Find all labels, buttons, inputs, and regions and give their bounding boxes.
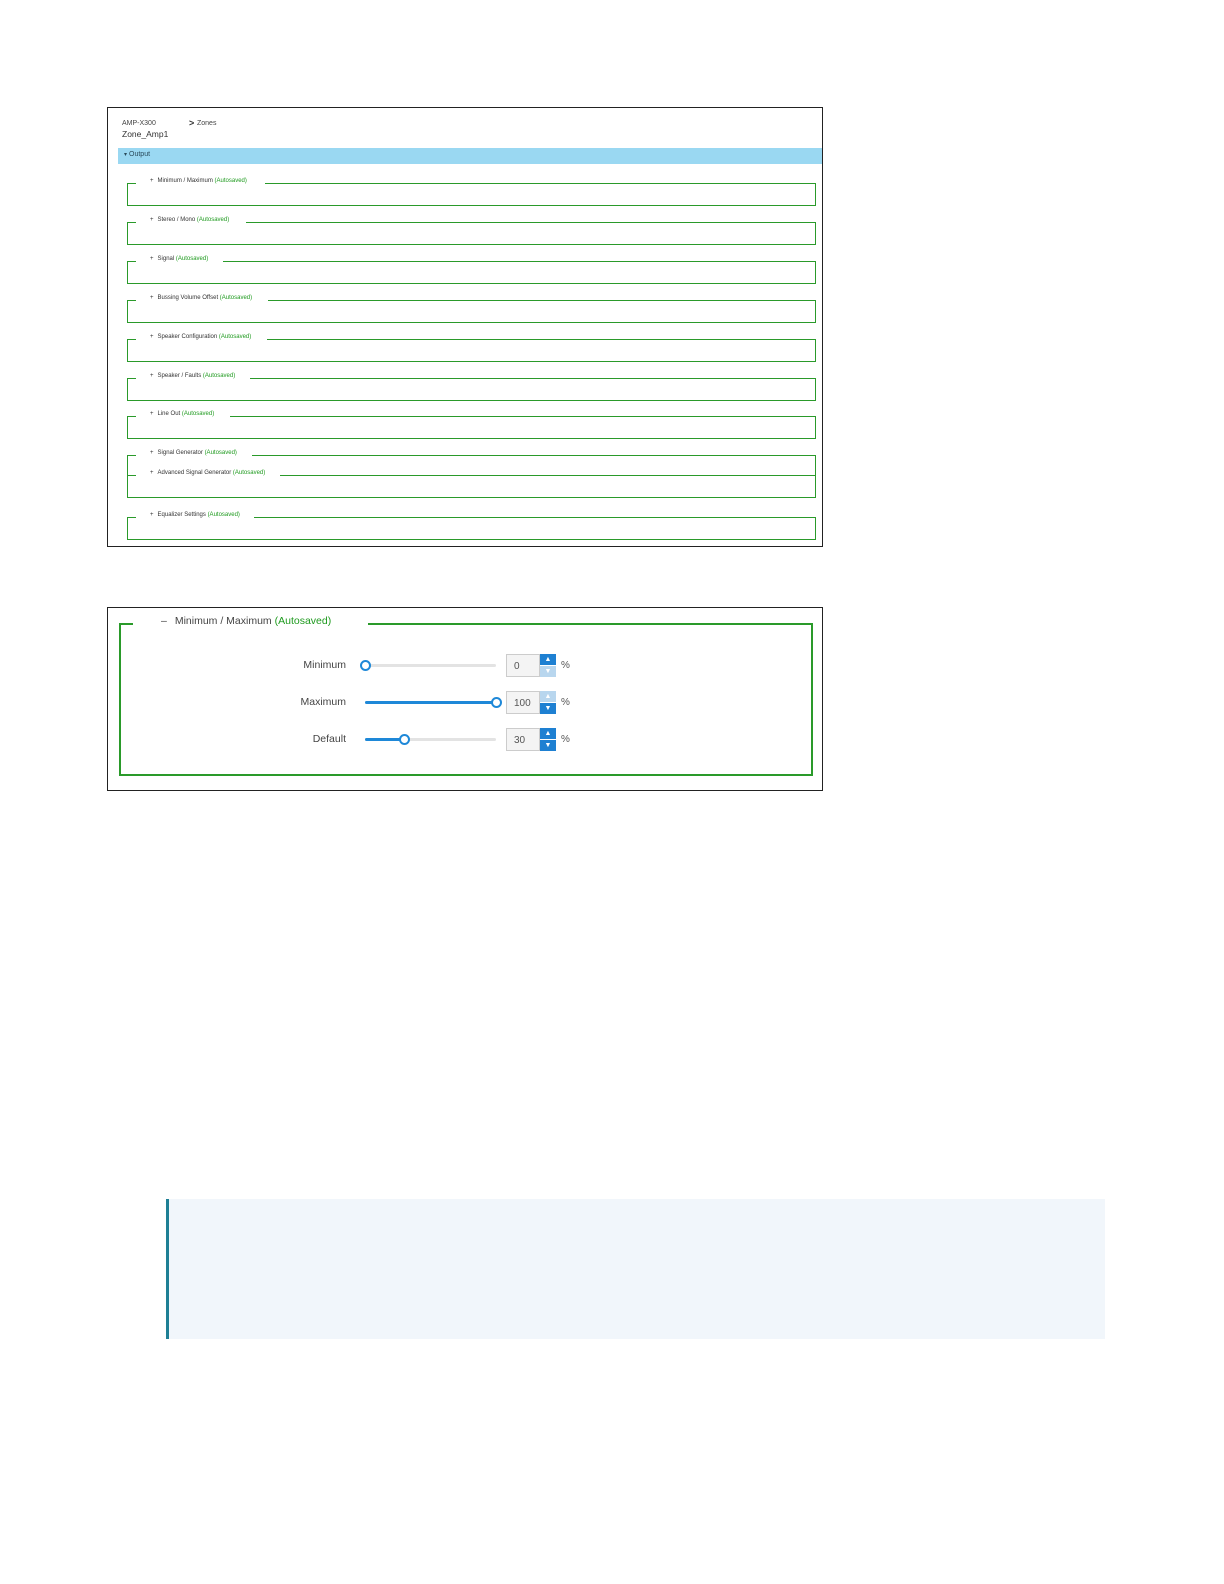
section-toggle-speaker-faults[interactable]: + Speaker / Faults (Autosaved) [150,373,235,379]
maximum-row: Maximum 100 ▲ ▼ % [121,690,811,714]
minimum-input[interactable]: 0 [506,654,540,677]
autosaved-label: (Autosaved) [175,256,209,262]
decrement-arrow-icon[interactable]: ▼ [540,703,556,714]
section-signal: + Signal (Autosaved) [127,256,816,284]
minimum-row: Minimum 0 ▲ ▼ % [121,653,811,677]
plus-icon: + [150,411,154,417]
section-toggle-minimum-maximum[interactable]: + Minimum / Maximum (Autosaved) [150,178,247,184]
legend-title: Minimum / Maximum [174,615,272,627]
section-bussing-volume-offset: + Bussing Volume Offset (Autosaved) [127,295,816,323]
output-accordion-header[interactable]: ▾ Output [118,148,822,164]
breadcrumb-zones[interactable]: Zones [197,120,216,127]
section-toggle-speaker-configuration[interactable]: + Speaker Configuration (Autosaved) [150,334,251,340]
section-signal-generators: + Signal Generator (Autosaved) + Advanced … [127,450,816,498]
slider-thumb[interactable] [360,660,371,671]
percent-unit: % [561,734,570,745]
section-toggle-advanced-signal-generator[interactable]: + Advanced Signal Generator (Autosaved) [150,470,265,476]
maximum-input[interactable]: 100 [506,691,540,714]
autosaved-label: (Autosaved) [218,334,252,340]
collapse-icon: – [161,615,167,627]
default-label: Default [312,733,346,745]
plus-icon: + [150,512,154,518]
plus-icon: + [150,256,154,262]
section-toggle-bussing-volume-offset[interactable]: + Bussing Volume Offset (Autosaved) [150,295,252,301]
autosaved-label: (Autosaved) [274,615,332,627]
section-line-out: + Line Out (Autosaved) [127,411,816,439]
maximum-label: Maximum [300,696,346,708]
breadcrumb-device[interactable]: AMP-X300 [122,120,156,127]
plus-icon: + [150,217,154,223]
slider-thumb[interactable] [491,697,502,708]
section-minimum-maximum: + Minimum / Maximum (Autosaved) [127,178,816,206]
autosaved-label: (Autosaved) [232,470,266,476]
section-equalizer-settings: + Equalizer Settings (Autosaved) [127,512,816,540]
minimum-maximum-legend[interactable]: – Minimum / Maximum (Autosaved) [161,615,331,627]
minimum-maximum-screenshot: – Minimum / Maximum (Autosaved) Minimum 0… [107,607,823,791]
plus-icon: + [150,450,154,456]
default-slider[interactable] [365,734,496,745]
autosaved-label: (Autosaved) [196,217,230,223]
section-toggle-stereo-mono[interactable]: + Stereo / Mono (Autosaved) [150,217,229,223]
increment-arrow-icon[interactable]: ▲ [540,728,556,739]
output-label: Output [129,151,151,158]
autosaved-label: (Autosaved) [219,295,253,301]
note-box [166,1199,1105,1339]
section-speaker-configuration: + Speaker Configuration (Autosaved) [127,334,816,362]
default-row: Default 30 ▲ ▼ % [121,727,811,751]
increment-arrow-icon[interactable]: ▲ [540,654,556,665]
percent-unit: % [561,697,570,708]
section-toggle-equalizer-settings[interactable]: + Equalizer Settings (Autosaved) [150,512,240,518]
section-speaker-faults: + Speaker / Faults (Autosaved) [127,373,816,401]
maximum-spinner[interactable]: ▲ ▼ [540,691,556,714]
decrement-arrow-icon[interactable]: ▼ [540,666,556,677]
minimum-slider[interactable] [360,660,496,671]
minimum-label: Minimum [303,659,346,671]
autosaved-label: (Autosaved) [202,373,236,379]
minimum-maximum-fieldset: – Minimum / Maximum (Autosaved) Minimum 0… [119,615,813,776]
section-toggle-signal[interactable]: + Signal (Autosaved) [150,256,208,262]
autosaved-label: (Autosaved) [181,411,215,417]
autosaved-label: (Autosaved) [214,178,247,184]
plus-icon: + [150,334,154,340]
default-spinner[interactable]: ▲ ▼ [540,728,556,751]
zones-output-screenshot: AMP-X300 > Zones Zone_Amp1 ▾ Output + Mini… [107,107,823,547]
autosaved-label: (Autosaved) [204,450,237,456]
slider-thumb[interactable] [399,734,411,745]
breadcrumb-chevron-icon: > [189,118,195,128]
zone-name: Zone_Amp1 [122,129,169,139]
percent-unit: % [561,660,570,671]
default-input[interactable]: 30 [506,728,540,751]
plus-icon: + [150,295,154,301]
section-toggle-signal-generator[interactable]: + Signal Generator (Autosaved) [150,450,237,456]
section-toggle-line-out[interactable]: + Line Out (Autosaved) [150,411,214,417]
plus-icon: + [150,373,154,379]
increment-arrow-icon[interactable]: ▲ [540,691,556,702]
maximum-slider[interactable] [365,697,502,708]
section-stereo-mono: + Stereo / Mono (Autosaved) [127,217,816,245]
plus-icon: + [150,470,154,476]
autosaved-label: (Autosaved) [207,512,240,518]
plus-icon: + [150,178,154,184]
minimum-spinner[interactable]: ▲ ▼ [540,654,556,677]
decrement-arrow-icon[interactable]: ▼ [540,740,556,751]
caret-down-icon: ▾ [124,152,128,158]
